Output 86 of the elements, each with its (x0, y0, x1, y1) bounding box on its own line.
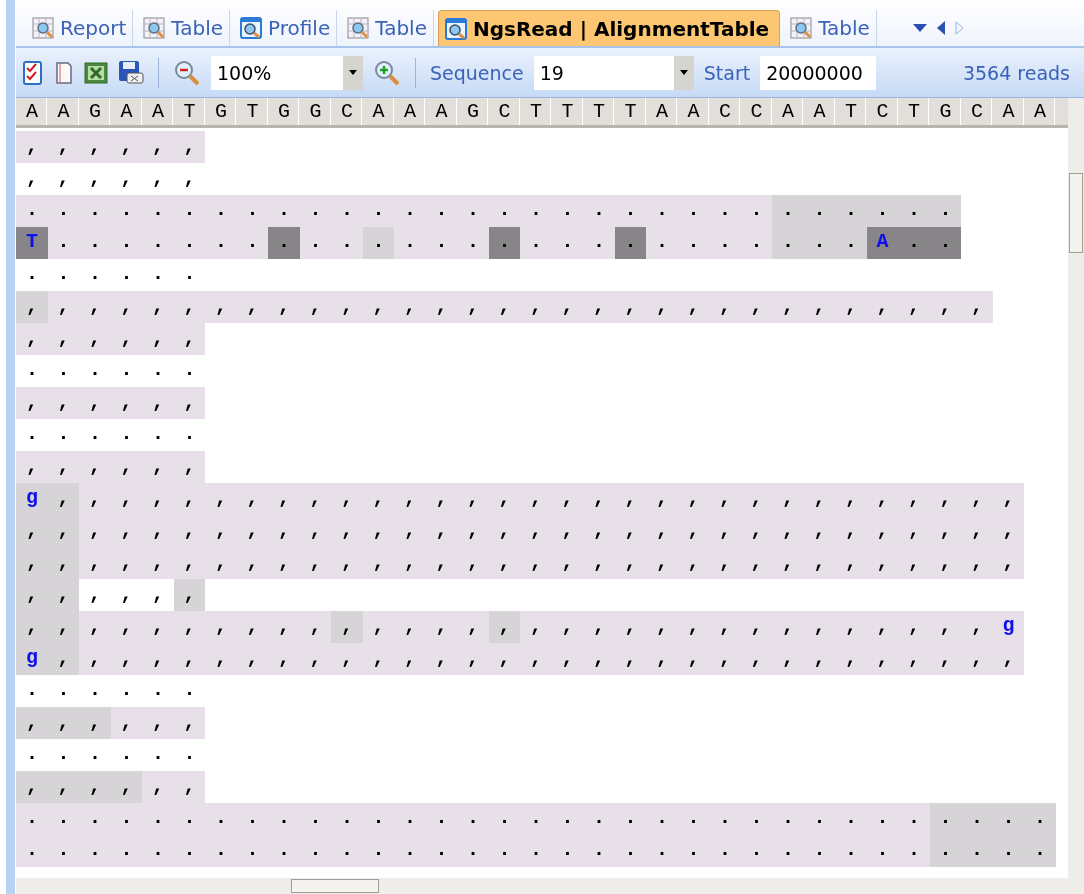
read-bases: ,,,,,,,,,,,,,,,,,,,,,,,,,,,,,, (79, 483, 1024, 515)
read-bases: ............................. (16, 835, 930, 867)
save-icon[interactable] (118, 59, 144, 86)
tab[interactable]: Table (341, 10, 434, 46)
read-bases: , (47, 643, 79, 675)
read-bases: ,,,,,, (16, 387, 205, 419)
read-bases: ,,,,,,,,,,,,,,,,,,,,,,,,,,,,,, (79, 515, 1024, 547)
dropdown-arrow-icon[interactable] (679, 70, 688, 75)
zoom-dropdown[interactable]: 100% (211, 55, 363, 90)
read-bases: ........................ (16, 195, 772, 227)
read-bases: ,,,,,, (16, 451, 205, 483)
read-bases: , (16, 291, 48, 323)
read-bases: .. (299, 227, 363, 259)
table-search-icon (347, 17, 370, 39)
read-bases: ... (394, 227, 489, 259)
read-bases: ,, (16, 579, 79, 611)
table-search-icon (32, 17, 54, 39)
sequence-label: Sequence (430, 61, 524, 84)
read-bases: ...... (25, 421, 205, 447)
mismatch-base: A (866, 227, 898, 259)
read-bases: ,,,,,,,, (79, 611, 331, 643)
read-bases: ,, (16, 611, 79, 643)
read-bases: ... (520, 227, 615, 259)
read-bases: ,,,,,, (16, 323, 205, 355)
read-bases: ....... (47, 227, 268, 259)
mismatch-base: g (16, 483, 48, 515)
sequence-dropdown[interactable]: 19 (533, 55, 694, 90)
read-bases: ...... (25, 261, 205, 287)
read-bases: ,,,,,,,,,,,,,,,,,,,,,,,,,,,,,, (79, 643, 1024, 675)
tab[interactable]: Table (784, 10, 877, 46)
vertical-scrollbar[interactable] (1068, 98, 1084, 878)
start-field[interactable]: 20000000 (760, 55, 877, 90)
mismatch-base: T (16, 227, 48, 259)
read-bases: . (488, 227, 520, 259)
table-search-icon (790, 17, 813, 39)
read-bases: ,,,, (362, 611, 489, 643)
zoom-out-icon[interactable] (173, 58, 201, 87)
read-bases: ,,,,,,,,,,,,,,, (520, 611, 993, 643)
read-bases: ,, (16, 515, 79, 547)
read-bases: ,,, (88, 581, 174, 607)
checklist-icon[interactable] (22, 59, 44, 86)
mismatch-base: g (16, 643, 48, 675)
read-bases: ,,,,,, (16, 131, 205, 163)
read-bases: ............................. (16, 803, 930, 835)
zoom-in-icon[interactable] (373, 58, 401, 87)
read-bases: ,, (142, 771, 205, 803)
tab[interactable]: Report (26, 10, 134, 46)
window-search-icon (240, 17, 263, 39)
page-icon[interactable] (54, 59, 74, 86)
spreadsheet-icon[interactable] (84, 60, 108, 85)
mismatch-base: g (992, 611, 1024, 643)
read-bases: , (173, 579, 205, 611)
read-bases: ...... (772, 195, 961, 227)
read-bases: ,,,,,,,,,,,,,,,,,,,,,,,,,,,,,, (79, 547, 1024, 579)
horizontal-scrollbar[interactable] (16, 878, 1084, 894)
read-bases: ... (772, 227, 867, 259)
dropdown-arrow-icon[interactable] (912, 24, 927, 32)
read-bases: ...... (25, 357, 205, 383)
dropdown-arrow-icon[interactable] (349, 70, 357, 75)
scroll-left-icon[interactable] (936, 21, 945, 35)
reference-sequence: AAGAATGTGGCAAAGCTTTTAACCAATCTGCAA (25, 99, 1056, 125)
start-label: Start (703, 61, 751, 84)
tab[interactable]: Profile (234, 10, 338, 46)
table-search-icon (143, 17, 166, 39)
read-bases: ,,,, (16, 771, 142, 803)
read-bases: .... (646, 227, 772, 259)
read-bases: ,, (16, 547, 79, 579)
read-bases: .... (929, 835, 1056, 867)
read-bases: . (362, 227, 394, 259)
read-bases: ,,, (16, 707, 111, 739)
read-bases: . (268, 227, 300, 259)
read-bases: .. (898, 227, 961, 259)
read-bases: , (488, 611, 520, 643)
tab[interactable]: NgsRead | AlignmentTable (437, 10, 781, 46)
read-bases: ,,, (110, 707, 205, 739)
read-bases: , (47, 483, 79, 515)
read-bases: ,,,,,, (25, 165, 205, 191)
read-bases: ...... (25, 741, 205, 767)
read-bases: ...... (25, 677, 205, 703)
reads-count: 3564 reads (962, 61, 1071, 84)
read-bases: , (331, 611, 363, 643)
tab[interactable]: Table (137, 10, 231, 46)
read-bases: . (614, 227, 646, 259)
read-bases: ,,,,,,,,,,,,,,,,,,,,,,,,,,,,,, (47, 291, 993, 323)
read-bases: .... (929, 803, 1056, 835)
window-search-icon (444, 17, 467, 40)
